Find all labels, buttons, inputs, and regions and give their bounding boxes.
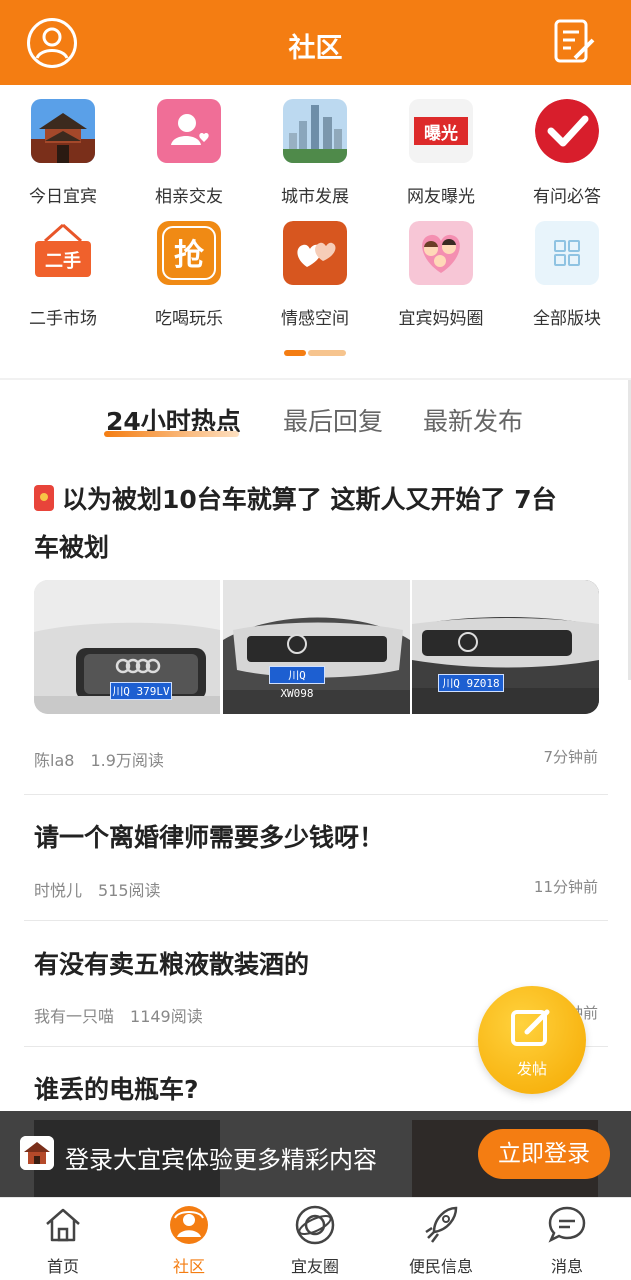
category-item[interactable]: 有问必答 bbox=[504, 85, 630, 207]
grab-icon: 抢 bbox=[157, 221, 221, 285]
post-title[interactable]: 谁丢的电瓶车? bbox=[34, 1066, 199, 1114]
category-label: 吃喝玩乐 bbox=[155, 309, 223, 329]
check-icon bbox=[535, 99, 599, 163]
community-icon bbox=[170, 1206, 208, 1244]
tab-latest[interactable]: 最新发布 bbox=[423, 402, 523, 438]
pager-dot-active bbox=[284, 350, 306, 356]
post-time: 7分钟前 bbox=[543, 748, 598, 766]
category-label: 宜宾妈妈圈 bbox=[398, 309, 484, 329]
community-page: 社区 今日宜宾 相亲交友 城市发展 曝光 网友曝光 有问必答 二手 二手市场 抢… bbox=[0, 0, 631, 1280]
category-item[interactable]: 情感空间 bbox=[252, 207, 378, 329]
post-image[interactable]: 川Q 9Z018 bbox=[412, 580, 599, 714]
post-image-strip[interactable]: 川Q 379LV 川Q XW098 川Q 9Z018 bbox=[34, 580, 599, 714]
post-reads: 1149阅读 bbox=[130, 1007, 203, 1026]
city-tower-icon bbox=[31, 99, 95, 163]
dating-icon bbox=[157, 99, 221, 163]
message-icon bbox=[548, 1206, 586, 1243]
tab-last-reply[interactable]: 最后回复 bbox=[283, 402, 383, 438]
nav-messages[interactable]: 消息 bbox=[504, 1198, 630, 1280]
nav-community[interactable]: 社区 bbox=[126, 1198, 252, 1280]
post-title-line: 车被划 bbox=[34, 533, 110, 562]
post-image[interactable]: 川Q XW098 bbox=[223, 580, 410, 714]
category-item[interactable]: 曝光 网友曝光 bbox=[378, 85, 504, 207]
grid-icon bbox=[535, 221, 599, 285]
category-label: 相亲交友 bbox=[155, 187, 223, 207]
post-separator bbox=[24, 920, 608, 921]
post-author[interactable]: 我有一只喵 bbox=[34, 1007, 114, 1026]
second-hand-icon: 二手 bbox=[31, 221, 95, 285]
red-packet-icon bbox=[34, 485, 54, 511]
category-label: 情感空间 bbox=[281, 309, 349, 329]
category-item[interactable]: 全部版块 bbox=[504, 207, 630, 329]
post-button-label: 发帖 bbox=[516, 1060, 547, 1078]
rocket-icon bbox=[425, 1206, 458, 1243]
category-grid: 今日宜宾 相亲交友 城市发展 曝光 网友曝光 有问必答 二手 二手市场 抢 吃喝… bbox=[0, 85, 631, 377]
nav-label: 首页 bbox=[46, 1257, 79, 1276]
license-plate: 川Q 379LV bbox=[110, 682, 172, 700]
login-button[interactable]: 立即登录 bbox=[478, 1129, 610, 1179]
planet-icon bbox=[295, 1205, 335, 1245]
nav-local-info[interactable]: 便民信息 bbox=[378, 1198, 504, 1280]
post-reads: 515阅读 bbox=[98, 881, 161, 900]
nav-label: 宜友圈 bbox=[290, 1257, 339, 1276]
bottom-nav: 首页 社区 宜友圈 便民信息 消息 bbox=[0, 1197, 631, 1280]
exposure-badge-text: 曝光 bbox=[424, 123, 458, 144]
category-pager bbox=[284, 350, 346, 356]
nav-label: 便民信息 bbox=[408, 1257, 473, 1276]
post-author[interactable]: 时悦儿 bbox=[34, 881, 82, 900]
post-title[interactable]: 有没有卖五粮液散装酒的 bbox=[34, 941, 309, 989]
nav-home[interactable]: 首页 bbox=[0, 1198, 126, 1280]
post-reads: 1.9万阅读 bbox=[90, 751, 164, 770]
skyline-icon bbox=[283, 99, 347, 163]
category-item[interactable]: 宜宾妈妈圈 bbox=[378, 207, 504, 329]
app-logo bbox=[20, 1136, 54, 1170]
home-icon bbox=[46, 1208, 80, 1242]
nav-friends-circle[interactable]: 宜友圈 bbox=[252, 1198, 378, 1280]
license-plate: 川Q 9Z018 bbox=[438, 674, 504, 692]
category-label: 城市发展 bbox=[281, 187, 349, 207]
post-author[interactable]: 陈la8 bbox=[34, 751, 74, 770]
post-separator bbox=[24, 794, 608, 795]
category-label: 今日宜宾 bbox=[29, 187, 97, 207]
page-title: 社区 bbox=[288, 33, 343, 64]
post-meta: 陈la8 1.9万阅读 bbox=[34, 747, 164, 771]
category-label: 全部版块 bbox=[533, 309, 601, 329]
category-item[interactable]: 二手 二手市场 bbox=[0, 207, 126, 329]
category-item[interactable]: 城市发展 bbox=[252, 85, 378, 207]
category-item[interactable]: 今日宜宾 bbox=[0, 85, 126, 207]
login-banner: 登录大宜宾体验更多精彩内容 立即登录 bbox=[0, 1111, 631, 1197]
hearts-icon bbox=[283, 221, 347, 285]
grab-badge-text: 抢 bbox=[174, 238, 205, 273]
top-bar: 社区 bbox=[0, 0, 631, 85]
family-icon bbox=[409, 221, 473, 285]
second-hand-badge-text: 二手 bbox=[45, 250, 81, 272]
tab-active-indicator bbox=[104, 431, 239, 437]
post-time: 11分钟前 bbox=[533, 878, 598, 896]
post-meta: 时悦儿 515阅读 bbox=[34, 877, 161, 901]
exposure-icon: 曝光 bbox=[409, 99, 473, 163]
pager-dot[interactable] bbox=[308, 350, 346, 356]
post-meta: 我有一只喵 1149阅读 bbox=[34, 1003, 203, 1027]
nav-label: 消息 bbox=[550, 1257, 583, 1276]
compose-icon bbox=[511, 1009, 550, 1046]
login-prompt-text: 登录大宜宾体验更多精彩内容 bbox=[65, 1146, 377, 1174]
category-label: 二手市场 bbox=[29, 309, 97, 329]
post-title[interactable]: 请一个离婚律师需要多少钱呀！ bbox=[34, 814, 384, 862]
category-item[interactable]: 相亲交友 bbox=[126, 85, 252, 207]
post-title[interactable]: 以为被划10台车就算了 这斯人又开始了 7台 车被划 bbox=[34, 476, 604, 572]
post-image[interactable]: 川Q 379LV bbox=[34, 580, 220, 714]
category-label: 网友曝光 bbox=[407, 187, 475, 207]
feed-tabs: 24小时热点 最后回复 最新发布 bbox=[0, 380, 631, 460]
category-item[interactable]: 抢 吃喝玩乐 bbox=[126, 207, 252, 329]
license-plate: 川Q XW098 bbox=[269, 666, 325, 700]
post-button[interactable]: 发帖 bbox=[478, 986, 586, 1094]
category-label: 有问必答 bbox=[533, 187, 601, 207]
nav-label: 社区 bbox=[172, 1257, 205, 1276]
post-title-line: 以为被划10台车就算了 这斯人又开始了 7台 bbox=[62, 485, 557, 514]
edit-note-icon[interactable] bbox=[553, 18, 597, 66]
